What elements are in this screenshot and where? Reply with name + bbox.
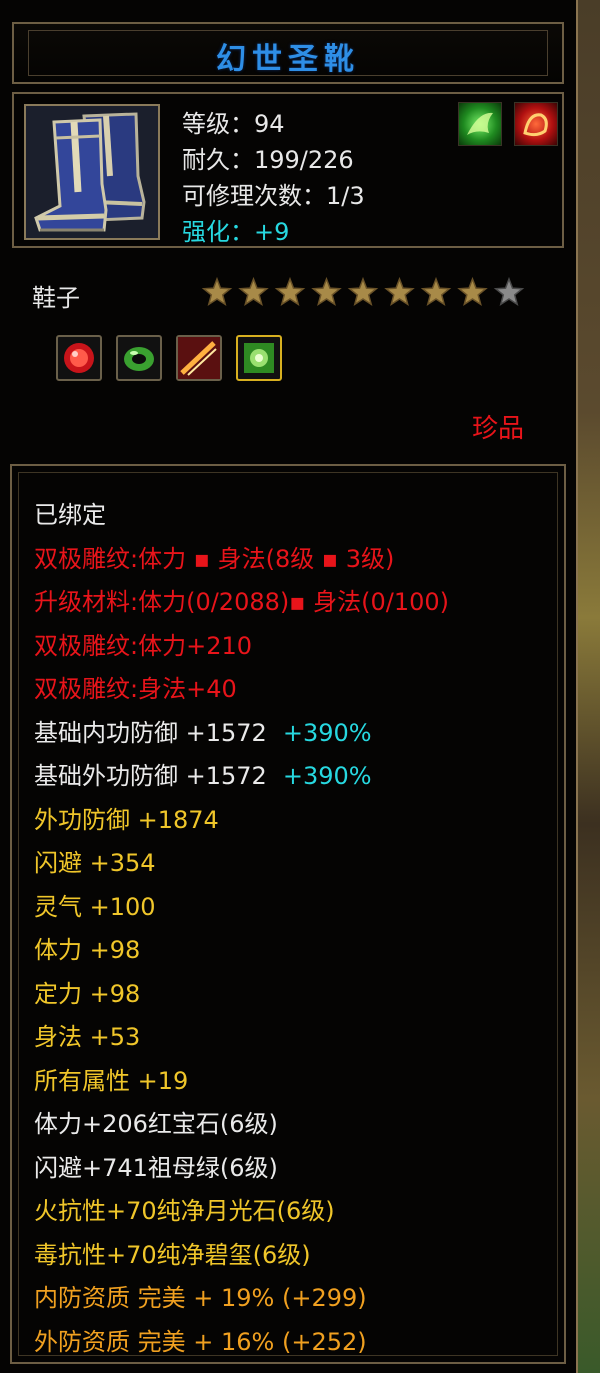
attribute-line: 所有属性 +19 bbox=[34, 1060, 564, 1104]
attribute-line: 已绑定 bbox=[34, 494, 564, 538]
attribute-line: 闪避+741祖母绿(6级) bbox=[34, 1147, 564, 1191]
attribute-line: 火抗性+70纯净月光石(6级) bbox=[34, 1190, 564, 1234]
item-tooltip-panel: 幻世圣靴 等级：94 耐久：199/226 可修理次数：1/3 强化：+9 鞋子 bbox=[0, 0, 578, 1373]
attribute-list: 已绑定双极雕纹:体力 ▪ 身法(8级 ▪ 3级) 升级材料:体力(0/2088)▪… bbox=[34, 494, 564, 1364]
attribute-line: 体力 +98 bbox=[34, 929, 564, 973]
attribute-text: 毒抗性+70纯净碧玺(6级) bbox=[34, 1240, 311, 1269]
star-rating bbox=[201, 276, 525, 306]
item-title: 幻世圣靴 bbox=[216, 42, 360, 77]
red-gem-icon bbox=[56, 335, 102, 381]
green-crystal-icon bbox=[236, 335, 282, 381]
attribute-text: 定力 +98 bbox=[34, 979, 141, 1008]
attribute-text: 闪避+741祖母绿(6级) bbox=[34, 1153, 278, 1182]
attribute-line: 定力 +98 bbox=[34, 973, 564, 1017]
attribute-text: 外功防御 +1874 bbox=[34, 805, 219, 834]
attribute-line: 双极雕纹:身法+40 bbox=[34, 668, 564, 712]
attribute-line: 基础外功防御 +1572 +390% bbox=[34, 755, 564, 799]
attribute-text: 闪避 +354 bbox=[34, 849, 156, 877]
boots-icon bbox=[24, 104, 160, 240]
attribute-line: 体力+206红宝石(6级) bbox=[34, 1103, 564, 1147]
star-filled-icon bbox=[420, 276, 452, 306]
attribute-line: 外功防御 +1874 bbox=[34, 799, 564, 843]
attribute-line: 灵气 +100 bbox=[34, 886, 564, 930]
attribute-text: 双极雕纹:体力+210 bbox=[34, 631, 253, 660]
level-text: 等级：94 bbox=[182, 110, 285, 138]
background-scene bbox=[576, 0, 600, 1373]
attribute-line: 外防资质 完美 + 16% (+252) bbox=[34, 1321, 564, 1365]
attribute-text: 火抗性+70纯净月光石(6级) bbox=[34, 1197, 335, 1225]
attribute-text: 外防资质 完美 + 16% (+252) bbox=[34, 1327, 367, 1356]
item-type-label: 鞋子 bbox=[32, 284, 80, 312]
green-rune-icon bbox=[458, 102, 502, 146]
repair-count-text: 可修理次数：1/3 bbox=[182, 182, 365, 210]
star-filled-icon bbox=[201, 276, 233, 306]
attribute-line: 双极雕纹:体力 ▪ 身法(8级 ▪ 3级) bbox=[34, 538, 564, 582]
attribute-line: 闪避 +354 bbox=[34, 842, 564, 886]
attribute-bonus-percent: +390% bbox=[282, 718, 372, 747]
attribute-line: 基础内功防御 +1572 +390% bbox=[34, 712, 564, 756]
green-jade-icon bbox=[116, 335, 162, 381]
rarity-label: 珍品 bbox=[472, 414, 525, 444]
attribute-line: 身法 +53 bbox=[34, 1016, 564, 1060]
attribute-text: 双极雕纹:体力 ▪ 身法(8级 ▪ 3级) bbox=[34, 544, 395, 573]
star-filled-icon bbox=[274, 276, 306, 306]
attribute-text: 所有属性 +19 bbox=[34, 1066, 189, 1095]
attribute-text: 已绑定 bbox=[34, 501, 106, 529]
attribute-text: 基础内功防御 +1572 bbox=[34, 718, 267, 747]
attribute-text: 双极雕纹:身法+40 bbox=[34, 675, 237, 703]
star-filled-icon bbox=[384, 276, 415, 306]
durability-text: 耐久：199/226 bbox=[182, 146, 354, 174]
attribute-bonus-percent: +390% bbox=[282, 762, 372, 790]
star-filled-icon bbox=[457, 276, 488, 306]
attribute-text: 身法 +53 bbox=[34, 1023, 141, 1051]
star-filled-icon bbox=[311, 276, 342, 306]
attribute-text: 体力 +98 bbox=[34, 936, 141, 964]
attribute-text: 灵气 +100 bbox=[34, 892, 156, 921]
attribute-line: 毒抗性+70纯净碧玺(6级) bbox=[34, 1234, 564, 1278]
title-bar: 幻世圣靴 bbox=[12, 22, 564, 84]
attribute-text: 基础外功防御 +1572 bbox=[34, 762, 267, 790]
red-fire-icon bbox=[514, 102, 558, 146]
attribute-line: 升级材料:体力(0/2088)▪ 身法(0/100) bbox=[34, 581, 564, 625]
attribute-text: 升级材料:体力(0/2088)▪ 身法(0/100) bbox=[34, 588, 450, 616]
fire-slash-icon bbox=[176, 335, 222, 381]
attribute-line: 内防资质 完美 + 19% (+299) bbox=[34, 1277, 564, 1321]
enhance-text: 强化：+9 bbox=[182, 218, 290, 246]
star-filled-icon bbox=[347, 276, 379, 306]
attribute-text: 体力+206红宝石(6级) bbox=[34, 1110, 278, 1138]
attribute-text: 内防资质 完美 + 19% (+299) bbox=[34, 1284, 367, 1312]
star-filled-icon bbox=[238, 276, 269, 306]
star-empty-icon bbox=[493, 276, 525, 306]
attribute-line: 双极雕纹:体力+210 bbox=[34, 625, 564, 669]
